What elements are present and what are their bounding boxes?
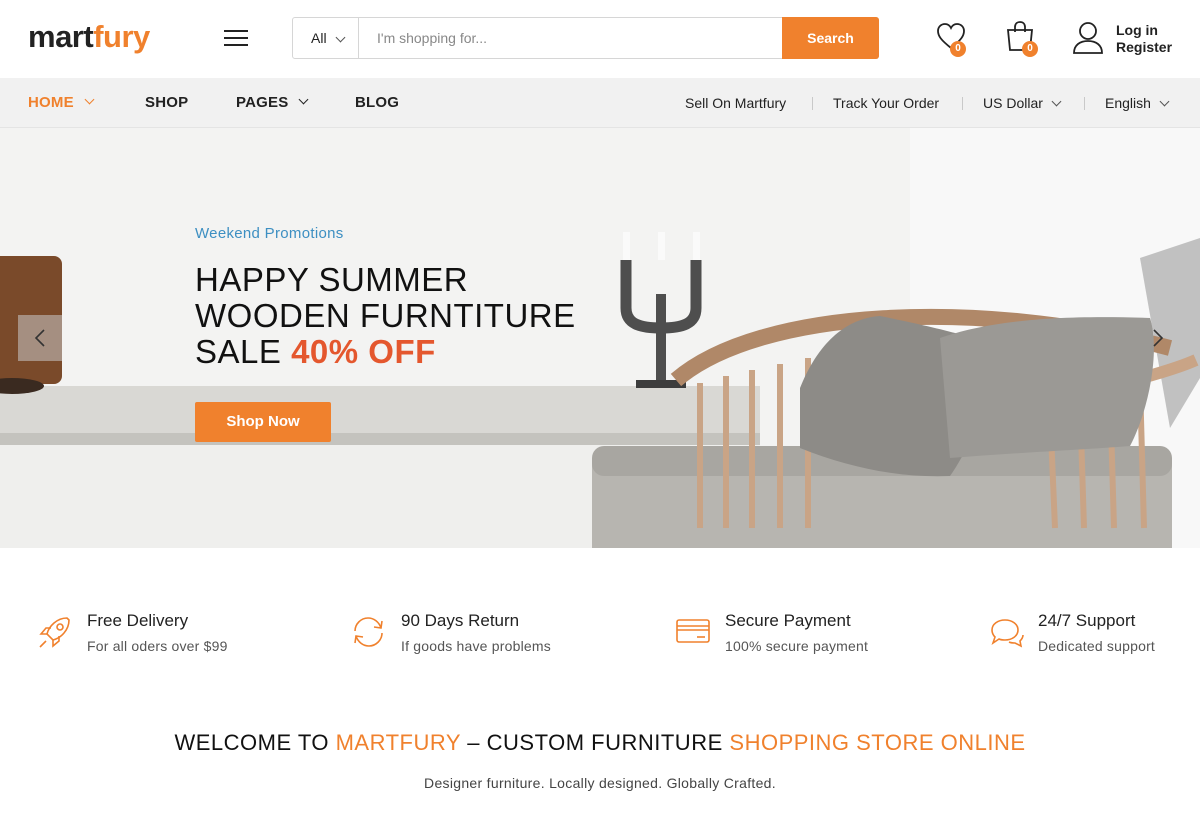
chevron-down-icon [84, 94, 95, 105]
feature-90-days-return: 90 Days Return If goods have problems [351, 608, 611, 658]
nav-item-shop[interactable]: SHOP [145, 78, 188, 128]
welcome-brand: MARTFURY [335, 730, 461, 755]
slider-prev-button[interactable] [18, 315, 62, 361]
wishlist-count-badge: 0 [950, 41, 966, 57]
search-bar: All Search [292, 17, 879, 59]
site-header: martfury All Search 0 0 Log in Register [0, 0, 1200, 78]
logo-part1: mart [28, 19, 94, 54]
refresh-icon [354, 617, 383, 647]
track-order-link[interactable]: Track Your Order [833, 78, 939, 128]
feature-subtitle: 100% secure payment [725, 638, 869, 654]
user-icon [1073, 22, 1103, 54]
nav-item-label: BLOG [355, 94, 400, 111]
login-link[interactable]: Log in [1116, 22, 1158, 38]
feature-title: Secure Payment [725, 611, 851, 630]
nav-item-label: HOME [28, 94, 74, 111]
hero-line-1: HAPPY SUMMER [195, 261, 469, 298]
hero-discount: 40% OFF [291, 333, 436, 370]
nav-item-blog[interactable]: BLOG [355, 78, 399, 128]
welcome-heading: WELCOME TO MARTFURY – CUSTOM FURNITURE S… [0, 730, 1200, 756]
welcome-part-3: SHOPPING STORE ONLINE [729, 730, 1026, 755]
features-row: Free Delivery For all oders over $99 90 … [0, 548, 1200, 688]
logo[interactable]: martfury [28, 18, 150, 56]
feature-free-delivery: Free Delivery For all oders over $99 [37, 608, 297, 658]
main-navigation: HOME SHOP PAGES BLOG Sell On Martfury Tr… [0, 78, 1200, 128]
category-select[interactable]: All [293, 18, 359, 58]
divider [812, 97, 813, 110]
divider [1084, 97, 1085, 110]
hero-line-2: WOODEN FURNTITURE [195, 297, 576, 334]
nav-item-label: PAGES [236, 94, 289, 111]
shop-now-button[interactable]: Shop Now [195, 402, 331, 442]
hero-headline: HAPPY SUMMER WOODEN FURNTITURE SALE 40% … [195, 262, 576, 370]
nav-item-home[interactable]: HOME [28, 78, 95, 128]
chevron-right-icon [1153, 329, 1164, 347]
currency-select-value: US Dollar [983, 95, 1043, 111]
welcome-tagline: Designer furniture. Locally designed. Gl… [424, 775, 776, 791]
divider [962, 97, 963, 110]
hero-slider: Weekend Promotions HAPPY SUMMER WOODEN F… [0, 128, 1200, 548]
chevron-down-icon [298, 94, 309, 105]
feature-title: 24/7 Support [1038, 611, 1136, 630]
feature-support: 24/7 Support Dedicated support [988, 608, 1188, 658]
chat-icon [991, 619, 1024, 648]
account-link[interactable]: Log in Register [1072, 20, 1182, 60]
chevron-down-icon [1159, 96, 1170, 107]
chevron-down-icon [1051, 96, 1062, 107]
hero-promo-label: Weekend Promotions [195, 225, 344, 242]
chevron-left-icon [34, 329, 45, 347]
feature-title: Free Delivery [87, 611, 189, 630]
welcome-part-1: WELCOME TO [174, 730, 329, 755]
chevron-down-icon [335, 32, 346, 43]
register-link[interactable]: Register [1116, 39, 1172, 55]
feature-subtitle: For all oders over $99 [87, 638, 228, 654]
logo-part2: fury [93, 19, 150, 54]
feature-subtitle: Dedicated support [1038, 638, 1156, 654]
search-button[interactable]: Search [782, 17, 879, 59]
search-input[interactable] [359, 18, 783, 58]
menu-icon[interactable] [224, 29, 248, 47]
hero-line-3: SALE 40% OFF [195, 334, 576, 370]
language-select[interactable]: English [1105, 78, 1170, 128]
category-select-value: All [311, 30, 327, 46]
cart-button[interactable]: 0 [1004, 20, 1040, 58]
rocket-icon [39, 617, 70, 648]
feature-secure-payment: Secure Payment 100% secure payment [675, 608, 935, 658]
language-select-value: English [1105, 95, 1151, 111]
currency-select[interactable]: US Dollar [983, 78, 1062, 128]
hero-line-3-prefix: SALE [195, 333, 282, 370]
wishlist-button[interactable]: 0 [936, 22, 968, 58]
feature-title: 90 Days Return [401, 611, 520, 630]
slider-next-button[interactable] [1140, 315, 1184, 361]
sell-on-martfury-link[interactable]: Sell On Martfury [685, 78, 786, 128]
cart-count-badge: 0 [1022, 41, 1038, 57]
feature-subtitle: If goods have problems [401, 638, 551, 654]
nav-item-label: SHOP [145, 94, 189, 111]
hero-image [0, 128, 1200, 548]
welcome-part-2: – CUSTOM FURNITURE [467, 730, 723, 755]
credit-card-icon [676, 619, 710, 643]
nav-item-pages[interactable]: PAGES [236, 78, 309, 128]
